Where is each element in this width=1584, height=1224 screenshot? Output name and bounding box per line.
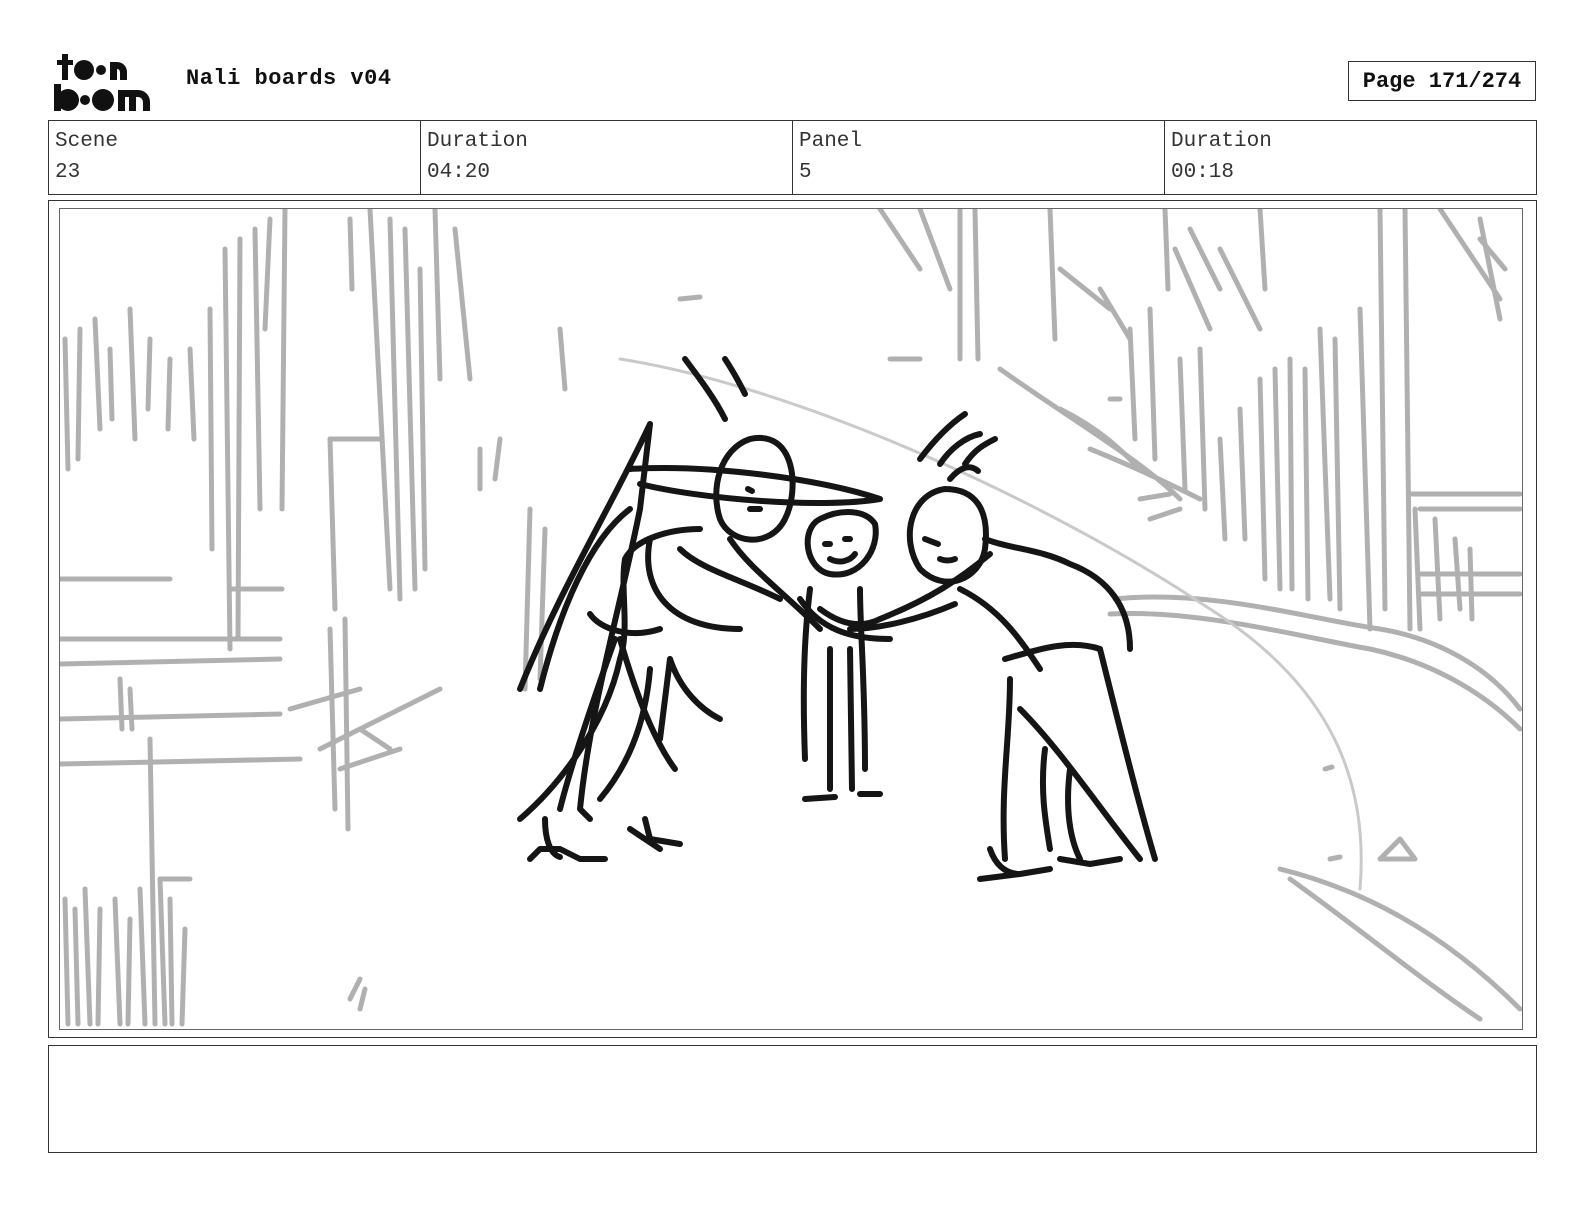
scene-duration-value: 04:20 — [427, 161, 491, 184]
panel-info-table: Scene 23 Duration 04:20 Panel 5 Duration… — [48, 120, 1537, 195]
panel-cell: Panel 5 — [793, 121, 1165, 194]
left-figure-hair — [682, 356, 728, 422]
panel-notes-box — [48, 1045, 1537, 1153]
panel-duration-label: Duration — [1171, 130, 1272, 153]
right-figure-hair — [917, 411, 968, 462]
scene-label: Scene — [55, 130, 119, 153]
panel-duration-value: 00:18 — [1171, 161, 1235, 184]
page-indicator: Page 171/274 — [1348, 61, 1536, 101]
scene-value: 23 — [55, 161, 81, 184]
background-sketch — [60, 209, 1522, 1027]
panel-duration-cell: Duration 00:18 — [1165, 121, 1536, 194]
child-head — [804, 509, 879, 578]
scene-cell: Scene 23 — [49, 121, 421, 194]
left-figure-hat — [627, 465, 883, 506]
scene-duration-label: Duration — [427, 130, 528, 153]
storyboard-panel — [48, 200, 1537, 1038]
panel-value: 5 — [799, 161, 812, 184]
characters-sketch — [517, 356, 1158, 882]
panel-label: Panel — [799, 130, 863, 153]
panel-image-area — [59, 208, 1523, 1030]
toon-boom-logo — [54, 54, 150, 111]
document-title: Nali boards v04 — [186, 66, 392, 91]
scene-duration-cell: Duration 04:20 — [421, 121, 793, 194]
left-figure-head — [713, 434, 796, 543]
storyboard-sketch — [60, 209, 1522, 1027]
